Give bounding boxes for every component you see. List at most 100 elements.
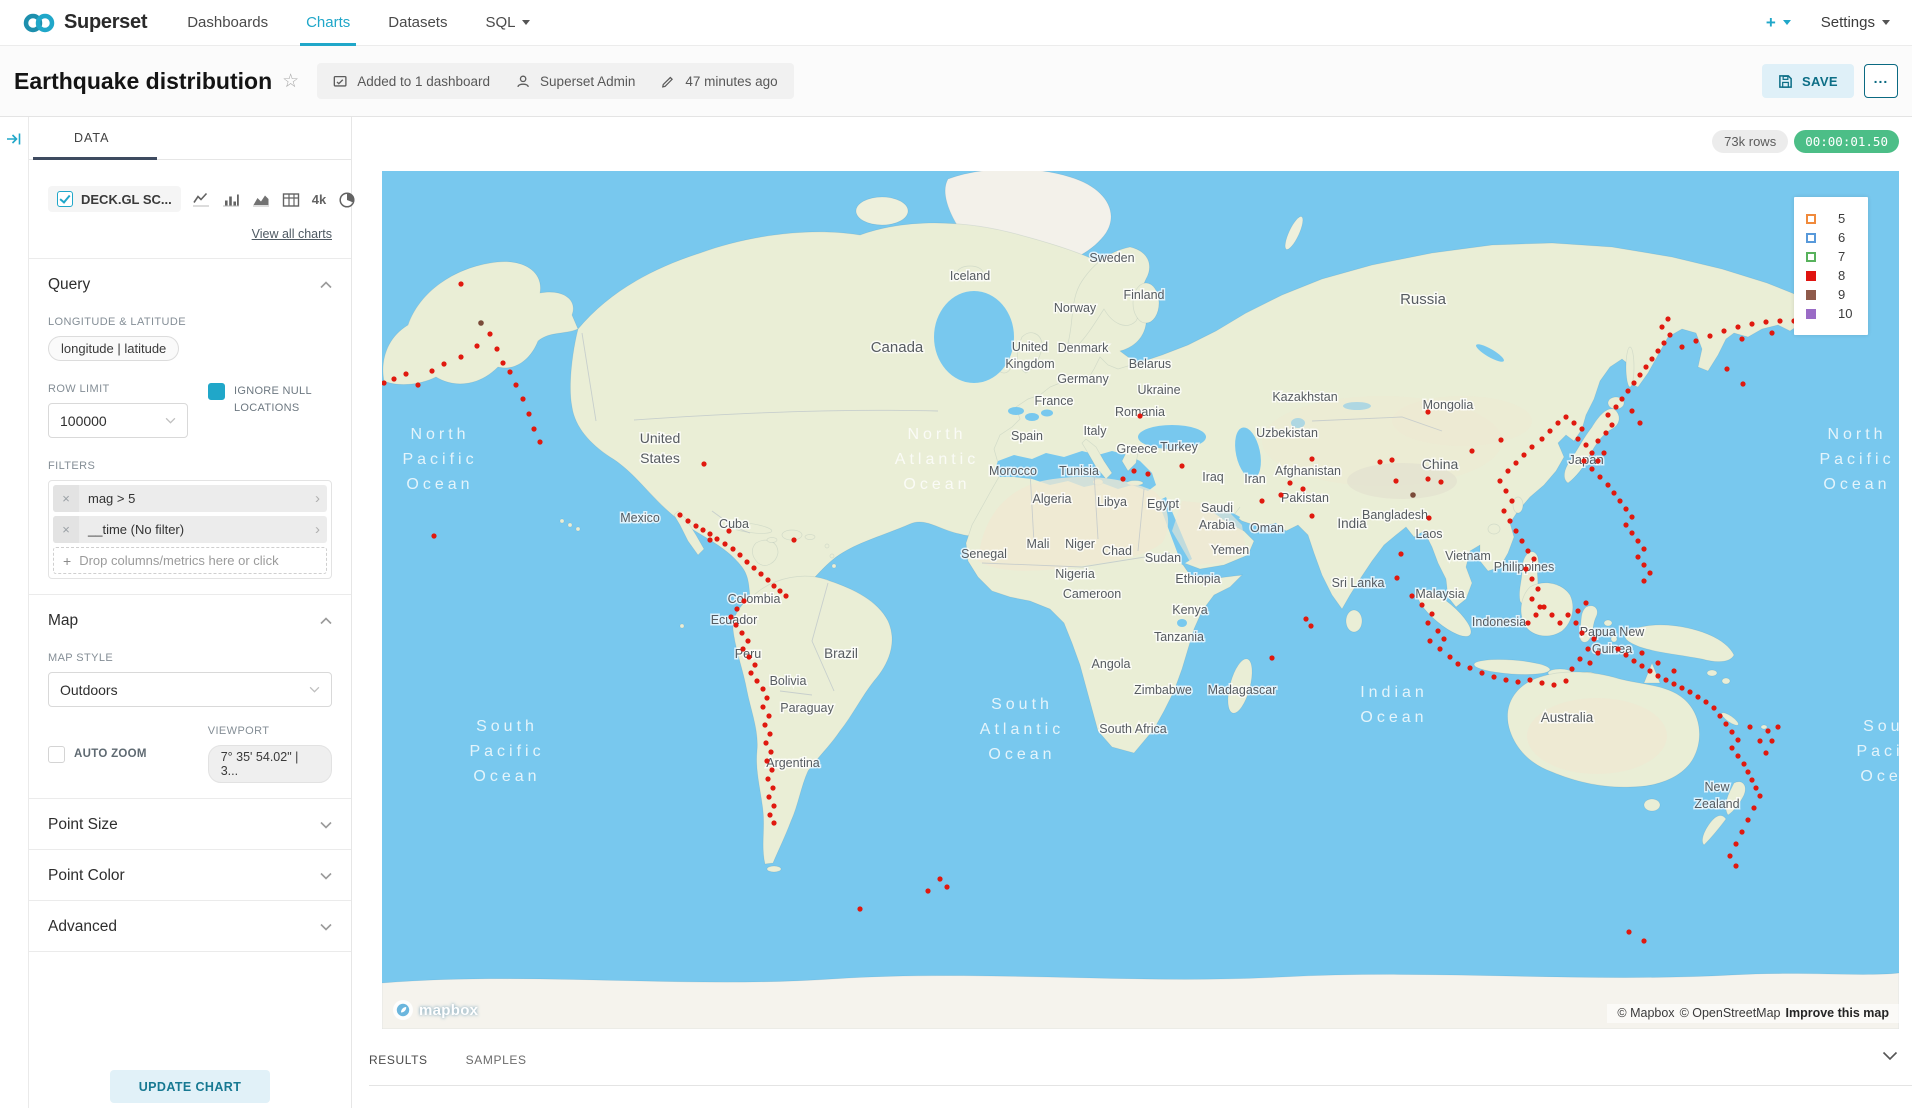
earthquake-point[interactable] (1707, 333, 1712, 338)
earthquake-point[interactable] (1425, 409, 1430, 414)
earthquake-point[interactable] (1438, 479, 1443, 484)
earthquake-point[interactable] (1389, 457, 1394, 462)
earthquake-point[interactable] (1137, 413, 1142, 418)
earthquake-point[interactable] (714, 536, 719, 541)
earthquake-point[interactable] (1625, 388, 1630, 393)
earthquake-point[interactable] (1741, 761, 1746, 766)
earthquake-point[interactable] (1723, 721, 1728, 726)
earthquake-point[interactable] (1585, 646, 1590, 651)
earthquake-point[interactable] (771, 583, 776, 588)
earthquake-point[interactable] (1671, 668, 1676, 673)
filter-pill-1[interactable]: ×__time (No filter)› (53, 516, 327, 543)
earthquake-point[interactable] (765, 776, 770, 781)
earthquake-point[interactable] (764, 695, 769, 700)
earthquake-point[interactable] (1687, 689, 1692, 694)
collapse-panel-chevron-icon[interactable] (1882, 1051, 1898, 1061)
view-all-charts-link[interactable]: View all charts (252, 227, 332, 241)
earthquake-point[interactable] (531, 426, 536, 431)
mapbox-attribution-link[interactable]: © Mapbox (1617, 1006, 1674, 1020)
earthquake-point[interactable] (1595, 458, 1600, 463)
earthquake-point[interactable] (1575, 436, 1580, 441)
viz-pie-chart-icon[interactable] (338, 191, 356, 208)
earthquake-point[interactable] (1629, 514, 1634, 519)
earthquake-point[interactable] (1735, 324, 1740, 329)
earthquake-point[interactable] (730, 546, 735, 551)
earthquake-point[interactable] (391, 376, 396, 381)
earthquake-point[interactable] (1569, 666, 1574, 671)
earthquake-point[interactable] (857, 906, 862, 911)
viz-table-icon[interactable] (282, 191, 300, 208)
earthquake-point[interactable] (783, 593, 788, 598)
earthquake-point[interactable] (1393, 478, 1398, 483)
earthquake-point[interactable] (1733, 841, 1738, 846)
earthquake-point[interactable] (771, 803, 776, 808)
earthquake-point[interactable] (700, 527, 705, 532)
earthquake-point[interactable] (766, 794, 771, 799)
earthquake-point[interactable] (1747, 724, 1752, 729)
earthquake-point[interactable] (767, 812, 772, 817)
tab-samples[interactable]: SAMPLES (466, 1053, 527, 1077)
earthquake-point[interactable] (1523, 566, 1528, 571)
earthquake-point[interactable] (1647, 570, 1652, 575)
earthquake-point[interactable] (1587, 660, 1592, 665)
earthquake-point[interactable] (1427, 638, 1432, 643)
earthquake-point[interactable] (1757, 738, 1762, 743)
earthquake-point[interactable] (1763, 319, 1768, 324)
viz-bar-chart-icon[interactable] (222, 191, 240, 208)
earthquake-point[interactable] (760, 704, 765, 709)
earthquake-point[interactable] (1565, 612, 1570, 617)
earthquake-point[interactable] (1583, 442, 1588, 447)
earthquake-point[interactable] (1655, 348, 1660, 353)
earthquake-point[interactable] (1753, 785, 1758, 790)
earthquake-point[interactable] (1513, 528, 1518, 533)
earthquake-point[interactable] (1525, 620, 1530, 625)
deckgl-map[interactable]: NorthPacificOceanNorthAtlanticOceanNorth… (382, 171, 1899, 1029)
earthquake-point[interactable] (1635, 554, 1640, 559)
earthquake-point[interactable] (1429, 611, 1434, 616)
section-point-color-header[interactable]: Point Color (48, 867, 332, 885)
earthquake-point[interactable] (1259, 498, 1264, 503)
earthquake-point[interactable] (1479, 670, 1484, 675)
earthquake-point[interactable] (739, 630, 744, 635)
earthquake-point[interactable] (1507, 518, 1512, 523)
earthquake-point[interactable] (1498, 437, 1503, 442)
earthquake-point[interactable] (1579, 630, 1584, 635)
earthquake-point[interactable] (1655, 673, 1660, 678)
earthquake-point[interactable] (1751, 805, 1756, 810)
earthquake-point[interactable] (777, 588, 782, 593)
earthquake-point[interactable] (1735, 753, 1740, 758)
earthquake-point[interactable] (1437, 646, 1442, 651)
earthquake-point[interactable] (937, 876, 942, 881)
earthquake-point[interactable] (1505, 468, 1510, 473)
earthquake-point[interactable] (1629, 530, 1634, 535)
earthquake-point[interactable] (1655, 660, 1660, 665)
earthquake-point[interactable] (1581, 458, 1586, 463)
earthquake-point[interactable] (1601, 450, 1606, 455)
earthquake-point[interactable] (1575, 608, 1580, 613)
earthquake-point[interactable] (474, 343, 479, 348)
earthquake-point[interactable] (1549, 612, 1554, 617)
earthquake-point[interactable] (1535, 586, 1540, 591)
earthquake-point[interactable] (1769, 738, 1774, 743)
earthquake-point[interactable] (1631, 658, 1636, 663)
earthquake-point[interactable] (1631, 380, 1636, 385)
earthquake-point[interactable] (1605, 412, 1610, 417)
remove-filter-icon[interactable]: × (53, 485, 79, 512)
earthquake-point[interactable] (1377, 459, 1382, 464)
earthquake-point[interactable] (1527, 677, 1532, 682)
earthquake-point[interactable] (1665, 316, 1670, 321)
earthquake-point[interactable] (1745, 817, 1750, 822)
earthquake-point[interactable] (758, 571, 763, 576)
earthquake-point[interactable] (1525, 548, 1530, 553)
earthquake-point[interactable] (734, 606, 739, 611)
earthquake-point[interactable] (1724, 366, 1729, 371)
earthquake-point[interactable] (1641, 562, 1646, 567)
earthquake-point[interactable] (1721, 328, 1726, 333)
earthquake-point[interactable] (733, 622, 738, 627)
remove-filter-icon[interactable]: × (53, 516, 79, 543)
earthquake-point[interactable] (1120, 476, 1125, 481)
earthquake-point[interactable] (1739, 336, 1744, 341)
earthquake-point[interactable] (751, 565, 756, 570)
earthquake-point[interactable] (1563, 678, 1568, 683)
earthquake-point[interactable] (762, 722, 767, 727)
